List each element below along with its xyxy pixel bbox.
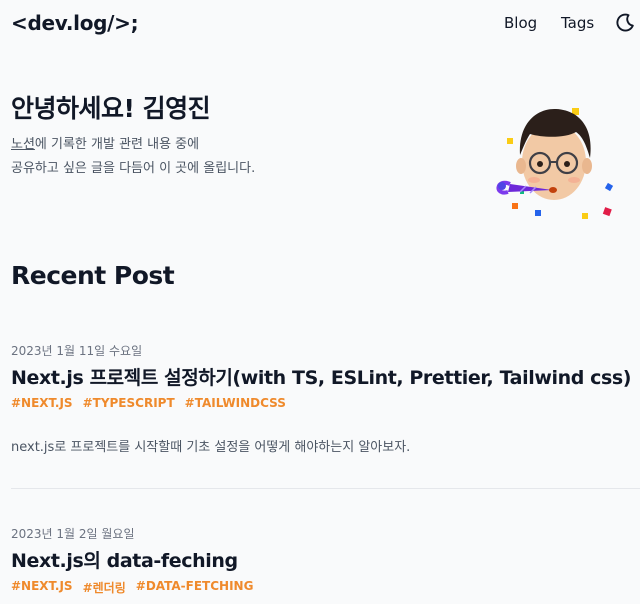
intro-line-1-text: 에 기록한 개발 관련 내용 중에 bbox=[34, 137, 200, 152]
blog-home: <dev.log/>; Blog Tags 안녕하세요! 김영진 노션에 기록한… bbox=[0, 0, 640, 604]
tag-link[interactable]: #TAILWINDCSS bbox=[185, 396, 286, 410]
intro-greeting: 안녕하세요! 김영진 bbox=[11, 94, 211, 123]
post-tags: #NEXT.JS #렌더링 #DATA-FETCHING bbox=[11, 579, 253, 596]
nav-tags-link[interactable]: Tags bbox=[561, 14, 594, 32]
tag-link[interactable]: #NEXT.JS bbox=[11, 396, 73, 410]
memoji-avatar-image bbox=[496, 108, 614, 219]
post-divider bbox=[11, 488, 640, 489]
post-title[interactable]: Next.js 프로젝트 설정하기(with TS, ESLint, Prett… bbox=[11, 363, 632, 390]
post-tags: #NEXT.JS #TYPESCRIPT #TAILWINDCSS bbox=[11, 396, 286, 410]
nav-blog-link[interactable]: Blog bbox=[504, 14, 537, 32]
site-header: <dev.log/>; Blog Tags bbox=[0, 0, 640, 46]
tag-link[interactable]: #NEXT.JS bbox=[11, 579, 73, 596]
post-title[interactable]: Next.js의 data-feching bbox=[11, 546, 238, 573]
post-date: 2023년 1월 11일 수요일 bbox=[11, 344, 143, 358]
notion-link[interactable]: 노션 bbox=[11, 137, 35, 152]
intro-line-2: 공유하고 싶은 글을 다듬어 이 곳에 올립니다. bbox=[11, 161, 256, 176]
tag-link[interactable]: #DATA-FETCHING bbox=[136, 579, 254, 596]
intro-line-1: 노션에 기록한 개발 관련 내용 중에 bbox=[11, 133, 199, 152]
post-date: 2023년 1월 2일 월요일 bbox=[11, 527, 135, 541]
tag-link[interactable]: #렌더링 bbox=[83, 579, 126, 596]
site-logo[interactable]: <dev.log/>; bbox=[11, 11, 139, 35]
tag-link[interactable]: #TYPESCRIPT bbox=[83, 396, 175, 410]
post-description: next.js로 프로젝트를 시작할때 기초 설정을 어떻게 해야하는지 알아보… bbox=[11, 440, 411, 455]
theme-toggle-button[interactable] bbox=[615, 13, 635, 33]
recent-post-heading: Recent Post bbox=[11, 261, 175, 290]
moon-icon bbox=[616, 13, 634, 32]
